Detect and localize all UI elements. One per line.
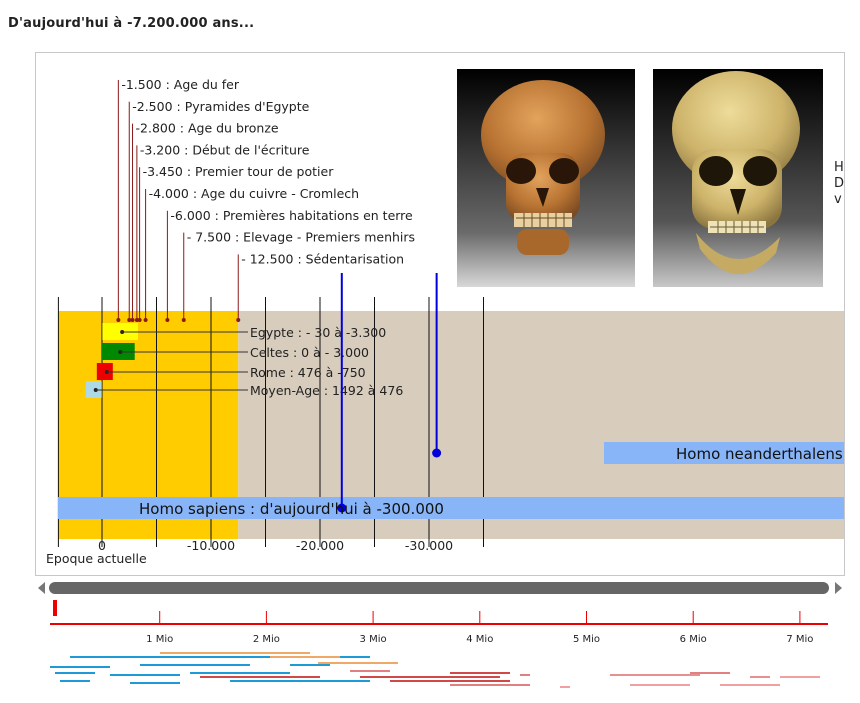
timeline-scrollbar[interactable] bbox=[36, 580, 844, 602]
minimap-segment bbox=[200, 676, 320, 678]
minimap-segment bbox=[690, 672, 730, 674]
event-label: -1.500 : Age du fer bbox=[121, 77, 240, 92]
timeline-viewport[interactable]: Egypte : - 30 à -3.300 Celtes : 0 à - 3.0… bbox=[35, 52, 845, 576]
event-marker[interactable] bbox=[236, 318, 241, 322]
civilization-label: Egypte : - 30 à -3.300 bbox=[250, 325, 386, 340]
minimap-segment bbox=[110, 674, 180, 676]
homo-sapiens-skull-photo[interactable] bbox=[457, 69, 635, 287]
axis-tick-label: -20.000 bbox=[296, 538, 344, 553]
timeline-canvas[interactable]: Egypte : - 30 à -3.300 Celtes : 0 à - 3.0… bbox=[36, 53, 845, 576]
event-label: -6.000 : Premières habitations en terre bbox=[170, 208, 413, 223]
event-label: -2.500 : Pyramides d'Egypte bbox=[132, 99, 309, 114]
scroll-left-arrow-icon[interactable] bbox=[38, 582, 45, 594]
event-marker[interactable] bbox=[165, 318, 170, 322]
event-label: -2.800 : Age du bronze bbox=[136, 121, 279, 136]
minimap-segment bbox=[780, 676, 820, 678]
scrollbar-track[interactable] bbox=[49, 582, 829, 594]
minimap-segment bbox=[450, 684, 530, 686]
civilization-label: Celtes : 0 à - 3.000 bbox=[250, 345, 369, 360]
minimap-position-marker[interactable] bbox=[53, 600, 57, 616]
minimap-tick-label: 4 Mio bbox=[466, 634, 493, 645]
minimap-segment bbox=[360, 676, 500, 678]
minimap-segment bbox=[230, 680, 370, 682]
scroll-right-arrow-icon[interactable] bbox=[835, 582, 842, 594]
axis-tick-label: -30.000 bbox=[405, 538, 453, 553]
minimap-tick-label: 6 Mio bbox=[680, 634, 707, 645]
minimap-segment bbox=[140, 664, 250, 666]
minimap-tick-label: 5 Mio bbox=[573, 634, 600, 645]
event-label: -3.200 : Début de l'écriture bbox=[140, 142, 310, 157]
side-text-letter: D bbox=[834, 176, 844, 191]
event-marker[interactable] bbox=[116, 318, 121, 322]
event-marker[interactable] bbox=[130, 318, 135, 322]
side-text-letter: H bbox=[834, 160, 844, 175]
minimap-segment bbox=[630, 684, 690, 686]
minimap-segment bbox=[290, 664, 330, 666]
minimap-segment bbox=[450, 672, 510, 674]
event-marker[interactable] bbox=[143, 318, 148, 322]
minimap-segment bbox=[720, 684, 780, 686]
minimap-segment bbox=[390, 680, 510, 682]
minimap-segment bbox=[55, 672, 95, 674]
minimap-segment bbox=[560, 686, 570, 688]
minimap-segment bbox=[160, 652, 310, 654]
minimap-segment bbox=[318, 662, 398, 664]
species-label: Homo sapiens : d'aujourd'hui à -300.000 bbox=[139, 500, 444, 518]
minimap-tick-label: 2 Mio bbox=[253, 634, 280, 645]
side-text-letter: v bbox=[834, 192, 842, 207]
event-label: - 7.500 : Elevage - Premiers menhirs bbox=[187, 230, 415, 245]
minimap-tick-label: 3 Mio bbox=[360, 634, 387, 645]
minimap-segment bbox=[610, 674, 700, 676]
minimap-tick-label: 7 Mio bbox=[786, 634, 813, 645]
homo-neanderthalensis-skull-photo[interactable] bbox=[653, 69, 823, 287]
event-marker[interactable] bbox=[137, 318, 142, 322]
minimap-segment bbox=[190, 672, 290, 674]
species-label: Homo neanderthalensis bbox=[676, 445, 845, 463]
minimap-segment bbox=[750, 676, 770, 678]
minimap-segment bbox=[270, 656, 340, 658]
minimap-segment bbox=[60, 680, 90, 682]
axis-tick-label: -10.000 bbox=[187, 538, 235, 553]
cut-off-side-text: H D v bbox=[834, 160, 844, 207]
minimap-segment bbox=[520, 674, 530, 676]
minimap-tick-label: 1 Mio bbox=[146, 634, 173, 645]
minimap-bars bbox=[50, 652, 820, 688]
minimap-segment bbox=[350, 670, 390, 672]
minimap-segment bbox=[50, 666, 110, 668]
species-marker[interactable] bbox=[432, 448, 442, 458]
minimap-segment bbox=[130, 682, 180, 684]
event-marker[interactable] bbox=[181, 318, 186, 322]
overview-minimap[interactable]: 1 Mio 2 Mio 3 Mio 4 Mio 5 Mio 6 Mio 7 Mio bbox=[50, 600, 840, 700]
current-epoch-label: Epoque actuelle bbox=[46, 551, 147, 566]
event-label: -3.450 : Premier tour de potier bbox=[143, 164, 335, 179]
event-label: -4.000 : Age du cuivre - Cromlech bbox=[149, 186, 360, 201]
page-title: D'aujourd'hui à -7.200.000 ans... bbox=[8, 16, 255, 31]
civilization-label: Moyen-Age : 1492 à 476 bbox=[250, 383, 403, 398]
civilization-label: Rome : 476 à -750 bbox=[250, 365, 366, 380]
event-label: - 12.500 : Sédentarisation bbox=[241, 251, 404, 266]
